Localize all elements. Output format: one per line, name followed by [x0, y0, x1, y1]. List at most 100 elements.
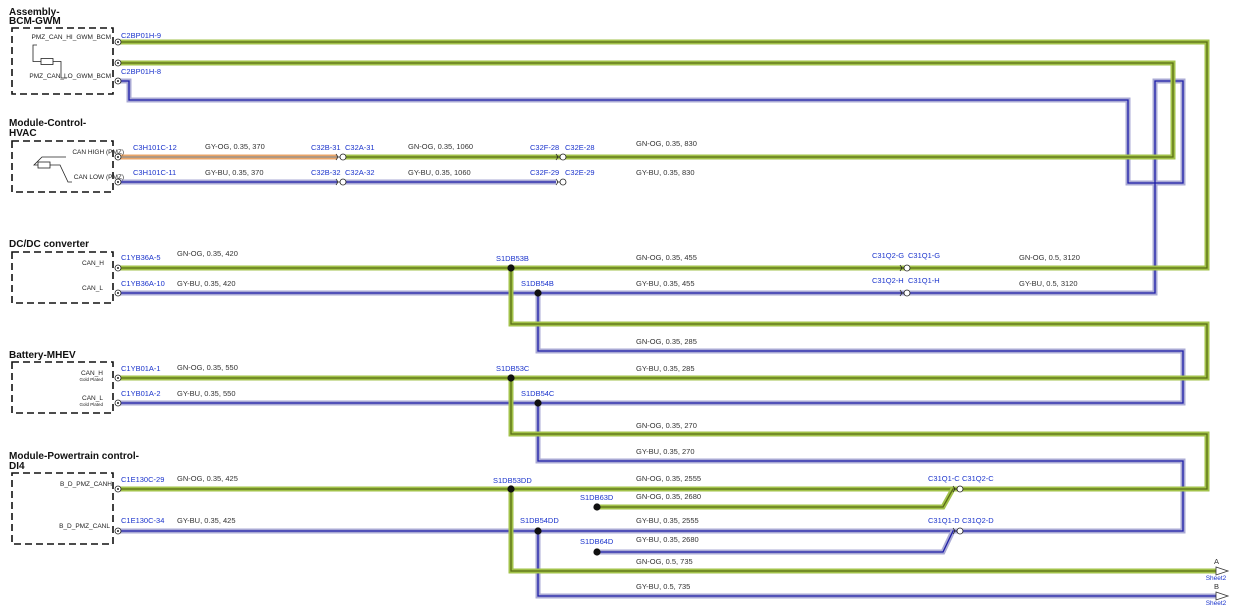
splice-junction-icon	[507, 485, 515, 493]
offsheet-arrow-icon[interactable]	[1215, 591, 1230, 601]
inline-connector-icon	[335, 153, 347, 161]
splice-junction-icon	[593, 548, 601, 556]
wire-spec-label: GN-OG, 0.5, 3120	[1019, 253, 1080, 262]
pin-label: PMZ_CAN_HI_GWM_BCM	[32, 34, 111, 41]
terminal-pin-icon	[114, 289, 122, 297]
pin-label: B_D_PMZ_CANL	[59, 523, 110, 530]
connector-label-c3h101c-12: C3H101C-12	[133, 143, 177, 152]
connector-label-c31q2-c: C31Q2-C	[962, 474, 994, 483]
wire-spec-label: GN-OG, 0.5, 735	[636, 557, 693, 566]
connector-label-c31q1-d: C31Q1-D	[928, 516, 960, 525]
splice-junction-icon	[534, 399, 542, 407]
connector-label-c32e-29: C32E-29	[565, 168, 595, 177]
wire-spec-label: GN-OG, 0.35, 2680	[636, 492, 701, 501]
labels: Assembly-BCM-GWMPMZ_CAN_HI_GWM_BCMPMZ_CA…	[9, 7, 1227, 607]
wire-spec-label: GY-BU, 0.35, 2680	[636, 535, 699, 544]
connector-label-c32a-32: C32A-32	[345, 168, 375, 177]
wire-spec-label: GN-OG, 0.35, 830	[636, 139, 697, 148]
wire-spec-label: GN-OG, 0.35, 285	[636, 337, 697, 346]
connector-label-c32f-28: C32F-28	[530, 143, 559, 152]
offsheet-letter: A	[1214, 557, 1219, 566]
terminal-pin-icon	[114, 399, 122, 407]
terminal-pin-icon	[114, 374, 122, 382]
wire-spec-label: GY-BU, 0.35, 1060	[408, 168, 471, 177]
connector-label-c32a-31: C32A-31	[345, 143, 375, 152]
connector-label-c31q2-h: C31Q2-H	[872, 276, 904, 285]
module-title: DI4	[9, 461, 25, 472]
wires	[118, 39, 1216, 599]
connector-label-c2bp01h-9: C2BP01H-9	[121, 31, 161, 40]
module-title: HVAC	[9, 128, 37, 139]
wire-spec-label: GY-BU, 0.35, 425	[177, 516, 236, 525]
pin-label: CAN_L	[82, 285, 103, 292]
wire-spec-label: GY-BU, 0.35, 420	[177, 279, 236, 288]
pin-label: CAN_H	[81, 370, 103, 377]
wire-spec-label: GN-OG, 0.35, 1060	[408, 142, 473, 151]
wire-spec-label: GN-OG, 0.35, 425	[177, 474, 238, 483]
wire-spec-label: GN-OG, 0.35, 270	[636, 421, 697, 430]
offsheet-sheet-link[interactable]: Sheet2	[1206, 600, 1227, 607]
wire-spec-label: GY-BU, 0.35, 830	[636, 168, 695, 177]
connector-label-c32e-28: C32E-28	[565, 143, 595, 152]
wire-spec-label: GY-BU, 0.5, 3120	[1019, 279, 1078, 288]
terminal-pin-icon	[114, 77, 122, 85]
wire-spec-label: GY-BU, 0.35, 2555	[636, 516, 699, 525]
pin-label: B_D_PMZ_CANH	[60, 481, 112, 488]
wire-s53c-branch	[508, 378, 1210, 492]
terminal-pin-icon	[114, 264, 122, 272]
connector-label-c31q2-g: C31Q2-G	[872, 251, 904, 260]
connector-label-s1db54b: S1DB54B	[521, 279, 554, 288]
connector-label-s1db64d: S1DB64D	[580, 537, 614, 546]
wire-spec-label: GY-BU, 0.35, 455	[636, 279, 695, 288]
connector-label-c31q1-c: C31Q1-C	[928, 474, 960, 483]
wire-spec-label: GY-BU, 0.35, 550	[177, 389, 236, 398]
pin-sublabel: Gold Plated	[79, 402, 103, 407]
wire-spec-label: GN-OG, 0.35, 550	[177, 363, 238, 372]
connector-label-c31q1-h: C31Q1-H	[908, 276, 940, 285]
module-title: Battery-MHEV	[9, 350, 76, 361]
wire-spec-label: GY-BU, 0.35, 370	[205, 168, 264, 177]
connector-label-c2bp01h-8: C2BP01H-8	[121, 67, 161, 76]
pin-label: CAN LOW (PMZ)	[74, 174, 124, 181]
terminal-pin-icon	[114, 527, 122, 535]
wiring-diagram: Assembly-BCM-GWMPMZ_CAN_HI_GWM_BCMPMZ_CA…	[9, 7, 1230, 607]
pin-label: CAN HIGH (PMZ)	[72, 149, 124, 156]
connector-label-c32f-29: C32F-29	[530, 168, 559, 177]
terminating-resistor-icon	[33, 156, 72, 183]
wire-spec-label: GY-OG, 0.35, 370	[205, 142, 265, 151]
wire-s54c-branch	[535, 403, 1186, 534]
connector-label-s1db53c: S1DB53C	[496, 364, 530, 373]
module-title: Module-Powertrain control-	[9, 451, 139, 462]
connector-label-s1db54c: S1DB54C	[521, 389, 555, 398]
connector-label-c31q2-d: C31Q2-D	[962, 516, 994, 525]
pin-label: PMZ_CAN_LO_GWM_BCM	[29, 73, 111, 80]
splice-junction-icon	[507, 374, 515, 382]
pin-sublabel: Gold Plated	[79, 377, 103, 382]
offsheet-sheet-link[interactable]: Sheet2	[1206, 575, 1227, 582]
connector-label-s1db54dd: S1DB54DD	[520, 516, 559, 525]
wire-spec-label: GY-BU, 0.35, 285	[636, 364, 695, 373]
connector-label-c1yb01a-2: C1YB01A-2	[121, 389, 161, 398]
wire-spec-label: GY-BU, 0.35, 270	[636, 447, 695, 456]
wire-spec-label: GN-OG, 0.35, 420	[177, 249, 238, 258]
connector-label-c1yb36a-10: C1YB36A-10	[121, 279, 165, 288]
splice-junction-icon	[534, 527, 542, 535]
splice-junction-icon	[534, 289, 542, 297]
wire-spec-label: GY-BU, 0.5, 735	[636, 582, 690, 591]
wire-spec-label: GN-OG, 0.35, 455	[636, 253, 697, 262]
inline-connector-icon	[555, 178, 567, 186]
terminal-pin-icon	[114, 59, 122, 67]
splice-junction-icon	[507, 264, 515, 272]
connector-label-c1yb36a-5: C1YB36A-5	[121, 253, 161, 262]
terminal-pin-icon	[114, 485, 122, 493]
connector-label-c31q1-g: C31Q1-G	[908, 251, 940, 260]
offsheet-letter: B	[1214, 582, 1219, 591]
connector-label-c1e130c-34: C1E130C-34	[121, 516, 164, 525]
wire-s54b-branch	[118, 293, 1186, 406]
offsheet-arrow-icon[interactable]	[1215, 566, 1230, 576]
module-title: DC/DC converter	[9, 239, 89, 250]
pin-label: CAN_H	[82, 260, 104, 267]
connector-label-c1e130c-29: C1E130C-29	[121, 475, 164, 484]
connector-label-s1db53b: S1DB53B	[496, 254, 529, 263]
splice-junction-icon	[593, 503, 601, 511]
